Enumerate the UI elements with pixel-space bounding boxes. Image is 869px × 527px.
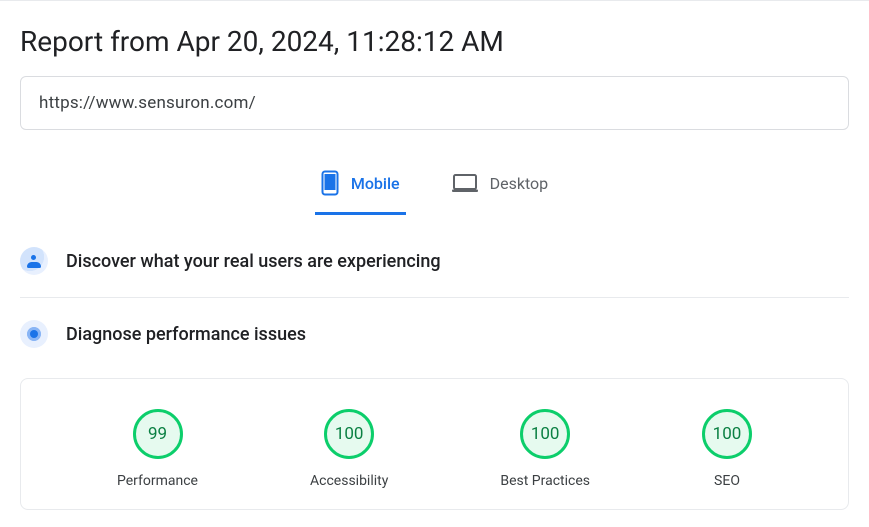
page-title: Report from Apr 20, 2024, 11:28:12 AM [20, 1, 849, 76]
device-tabs: Mobile Desktop [20, 158, 849, 215]
score-label: Performance [117, 473, 198, 489]
mobile-icon [321, 170, 339, 196]
score-gauge: 100 [520, 409, 570, 459]
score-gauge: 99 [133, 409, 183, 459]
tab-desktop-label: Desktop [490, 174, 549, 193]
section-diagnose-title: Diagnose performance issues [66, 324, 306, 345]
score-accessibility[interactable]: 100 Accessibility [310, 409, 388, 489]
score-seo[interactable]: 100 SEO [702, 409, 752, 489]
score-best-practices[interactable]: 100 Best Practices [500, 409, 590, 489]
tab-desktop[interactable]: Desktop [446, 158, 555, 215]
score-label: Accessibility [310, 473, 388, 489]
section-real-users-title: Discover what your real users are experi… [66, 251, 441, 272]
tab-mobile-label: Mobile [351, 174, 400, 193]
section-diagnose: Diagnose performance issues [20, 298, 849, 370]
url-input-container[interactable] [20, 76, 849, 130]
target-icon [20, 320, 48, 348]
score-gauge: 100 [702, 409, 752, 459]
score-performance[interactable]: 99 Performance [117, 409, 198, 489]
section-real-users: Discover what your real users are experi… [20, 225, 849, 298]
score-label: Best Practices [500, 473, 590, 489]
desktop-icon [452, 173, 478, 193]
score-gauge: 100 [324, 409, 374, 459]
tab-mobile[interactable]: Mobile [315, 158, 406, 215]
score-label: SEO [714, 473, 740, 489]
url-input[interactable] [39, 93, 830, 113]
scores-panel: 99 Performance 100 Accessibility 100 Bes… [20, 378, 849, 510]
people-icon [20, 247, 48, 275]
